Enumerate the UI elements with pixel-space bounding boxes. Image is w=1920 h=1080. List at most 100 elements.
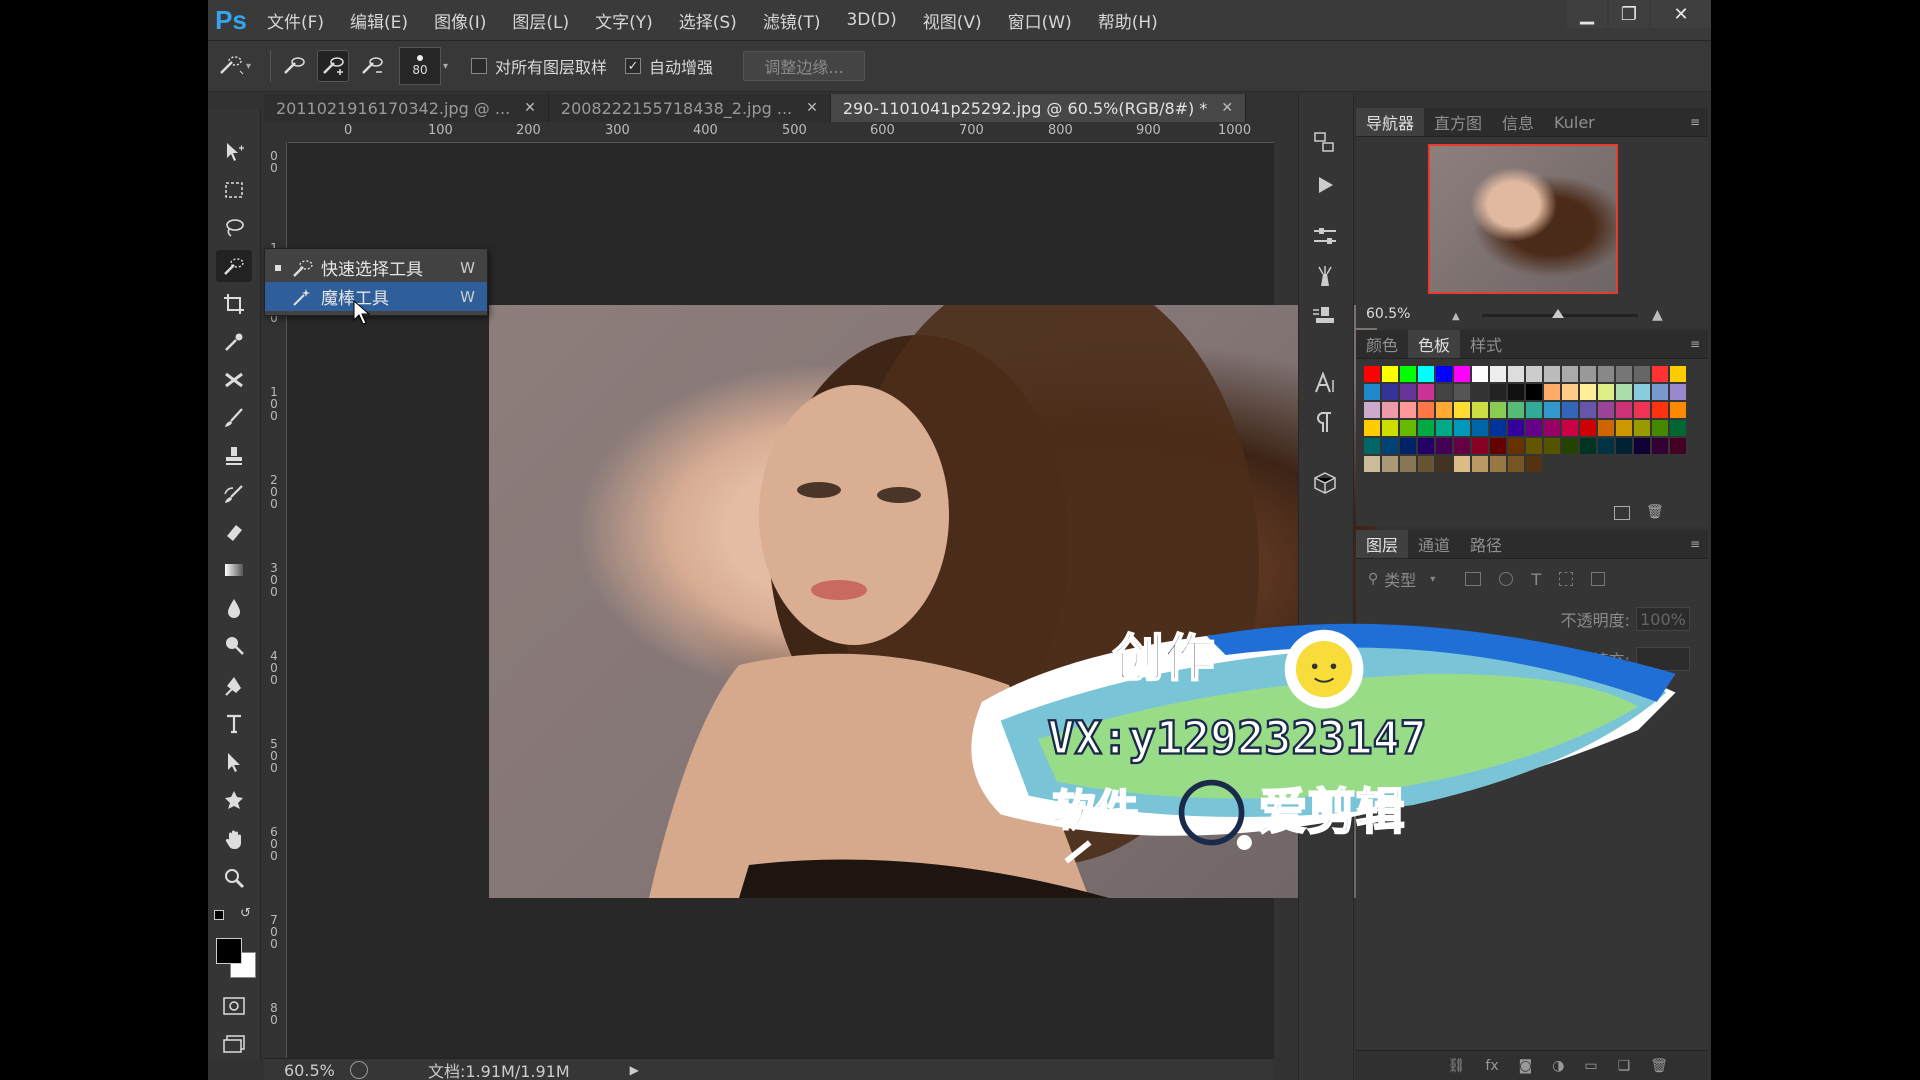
color-swatch[interactable]: [1652, 402, 1668, 418]
tab-styles[interactable]: 样式: [1460, 330, 1512, 358]
menu-3d[interactable]: 3D(D): [833, 10, 909, 30]
color-swatch[interactable]: [1580, 438, 1596, 454]
gradient-tool[interactable]: [216, 554, 252, 586]
auto-enhance-checkbox[interactable]: ✓: [625, 58, 642, 74]
clone-source-icon[interactable]: [1311, 304, 1339, 334]
menu-edit[interactable]: 编辑(E): [337, 8, 421, 33]
menu-image[interactable]: 图像(I): [421, 8, 499, 33]
color-swatch[interactable]: [1562, 402, 1578, 418]
color-swatch[interactable]: [1580, 366, 1596, 382]
dodge-tool[interactable]: [216, 630, 252, 662]
color-swatch[interactable]: [1616, 366, 1632, 382]
panel-menu-icon[interactable]: ≡: [1690, 115, 1700, 129]
color-swatch[interactable]: [1526, 438, 1542, 454]
color-swatch[interactable]: [1436, 420, 1452, 436]
color-swatch[interactable]: [1472, 384, 1488, 400]
color-swatch[interactable]: [1364, 384, 1380, 400]
close-tab-icon[interactable]: ✕: [1221, 100, 1233, 116]
tab-info[interactable]: 信息: [1492, 108, 1544, 136]
color-swatch[interactable]: [1544, 384, 1560, 400]
color-swatch[interactable]: [1400, 384, 1416, 400]
close-button[interactable]: ✕: [1651, 0, 1711, 28]
crop-tool[interactable]: [216, 288, 252, 320]
color-swatch[interactable]: [1472, 366, 1488, 382]
pen-tool[interactable]: [216, 670, 252, 702]
color-swatch[interactable]: [1508, 456, 1524, 472]
add-to-selection-mode[interactable]: [317, 50, 349, 82]
tab-layers[interactable]: 图层: [1356, 530, 1409, 558]
refine-edge-button[interactable]: 调整边缘...: [743, 51, 866, 81]
color-swatch[interactable]: [1670, 366, 1686, 382]
color-swatch[interactable]: [1508, 420, 1524, 436]
navigator-zoom-slider[interactable]: [1482, 309, 1638, 318]
color-swatch[interactable]: [1544, 366, 1560, 382]
panel-menu-icon[interactable]: ≡: [1690, 537, 1700, 551]
character-panel-icon[interactable]: [1311, 370, 1339, 400]
color-swatch[interactable]: [1670, 420, 1686, 436]
custom-shape-tool[interactable]: [216, 784, 252, 816]
tab-channels[interactable]: 通道: [1408, 530, 1460, 558]
screen-mode-button[interactable]: [216, 1028, 252, 1060]
color-swatch[interactable]: [1598, 438, 1614, 454]
menu-type[interactable]: 文字(Y): [582, 8, 666, 33]
hand-tool[interactable]: [216, 824, 252, 856]
color-swatch[interactable]: [1436, 438, 1452, 454]
color-swatch[interactable]: [1652, 420, 1668, 436]
new-adjustment-icon[interactable]: ◑: [1552, 1058, 1564, 1074]
color-swatch[interactable]: [1526, 366, 1542, 382]
brush-size-picker[interactable]: 80: [399, 47, 441, 85]
tool-preset-picker[interactable]: [216, 51, 246, 81]
color-swatch[interactable]: [1472, 402, 1488, 418]
color-swatch[interactable]: [1418, 402, 1434, 418]
add-mask-icon[interactable]: ◙: [1519, 1058, 1533, 1074]
color-swatch[interactable]: [1508, 402, 1524, 418]
color-swatch[interactable]: [1454, 438, 1470, 454]
color-swatch[interactable]: [1526, 456, 1542, 472]
panel-menu-icon[interactable]: ≡: [1690, 337, 1700, 351]
eraser-tool[interactable]: [216, 516, 252, 548]
tab-kuler[interactable]: Kuler: [1544, 108, 1605, 136]
menu-filter[interactable]: 滤镜(T): [750, 8, 834, 33]
menu-window[interactable]: 窗口(W): [995, 8, 1085, 33]
color-swatch[interactable]: [1454, 402, 1470, 418]
color-swatch[interactable]: [1598, 384, 1614, 400]
color-swatch[interactable]: [1652, 438, 1668, 454]
tab-histogram[interactable]: 直方图: [1424, 108, 1492, 136]
close-tab-icon[interactable]: ✕: [524, 100, 536, 116]
color-swatch[interactable]: [1490, 366, 1506, 382]
color-swatch[interactable]: [1634, 402, 1650, 418]
color-swatch[interactable]: [1580, 420, 1596, 436]
color-swatch[interactable]: [1526, 420, 1542, 436]
status-info-icon[interactable]: [350, 1061, 368, 1079]
menu-view[interactable]: 视图(V): [910, 8, 995, 33]
color-swatch[interactable]: [1418, 384, 1434, 400]
eyedropper-tool[interactable]: [216, 326, 252, 358]
brush-chevron-icon[interactable]: ▾: [443, 61, 453, 72]
color-swatch[interactable]: [1598, 402, 1614, 418]
color-swatch[interactable]: [1418, 366, 1434, 382]
color-swatch[interactable]: [1454, 384, 1470, 400]
color-swatch[interactable]: [1508, 384, 1524, 400]
quick-mask-button[interactable]: [216, 990, 252, 1022]
color-swatch[interactable]: [1472, 438, 1488, 454]
chevron-down-icon[interactable]: ▾: [246, 61, 256, 72]
sample-all-layers-checkbox[interactable]: [471, 58, 487, 74]
move-tool[interactable]: [216, 136, 252, 168]
color-swatch[interactable]: [1616, 438, 1632, 454]
3d-panel-icon[interactable]: [1311, 470, 1339, 500]
color-swatch[interactable]: [1526, 402, 1542, 418]
color-swatch[interactable]: [1382, 366, 1398, 382]
color-swatch[interactable]: [1508, 438, 1524, 454]
paragraph-panel-icon[interactable]: [1313, 410, 1337, 440]
new-swatch-icon[interactable]: [1614, 506, 1630, 520]
color-swatch[interactable]: [1544, 420, 1560, 436]
restore-button[interactable]: ❐: [1609, 0, 1649, 28]
color-swatch[interactable]: [1580, 402, 1596, 418]
color-swatch[interactable]: [1634, 366, 1650, 382]
color-swatch[interactable]: [1436, 456, 1452, 472]
subtract-selection-mode[interactable]: [357, 51, 387, 81]
link-layers-icon[interactable]: ⛓: [1448, 1058, 1466, 1074]
color-swatch[interactable]: [1616, 420, 1632, 436]
doc-tab-3[interactable]: 290-1101041p25292.jpg @ 60.5%(RGB/8#) * …: [830, 94, 1247, 122]
color-swatch[interactable]: [1598, 420, 1614, 436]
